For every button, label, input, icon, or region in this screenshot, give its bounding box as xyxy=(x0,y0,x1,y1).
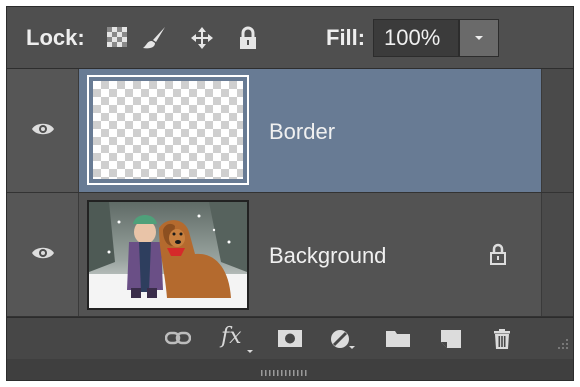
layer-thumbnail-photo xyxy=(87,200,249,310)
fx-menu-indicator-icon xyxy=(247,342,253,353)
layer-main-area[interactable]: Border xyxy=(79,69,541,192)
lock-label: Lock: xyxy=(26,25,85,50)
layer-lock-icon xyxy=(489,243,507,270)
layer-name: Background xyxy=(269,243,387,268)
eye-icon xyxy=(32,123,54,135)
eye-icon xyxy=(32,247,54,259)
layer-style-icon[interactable]: fx xyxy=(221,324,242,349)
lock-fill-row: Lock: Fill: 100% xyxy=(7,7,573,69)
layer-row-border[interactable]: Border xyxy=(7,69,573,193)
lock-transparent-pixels-icon[interactable] xyxy=(106,26,130,50)
visibility-toggle[interactable] xyxy=(7,193,79,316)
panel-resize-handle[interactable] xyxy=(261,365,321,376)
new-group-icon[interactable] xyxy=(385,328,411,350)
layers-toolbar: fx xyxy=(7,317,573,359)
layers-list: Border Background xyxy=(7,69,573,317)
layer-row-background[interactable]: Background xyxy=(7,193,573,317)
resize-grip-icon[interactable] xyxy=(555,336,569,355)
panel-bottom-bar xyxy=(7,359,573,380)
layer-main-area[interactable]: Background xyxy=(79,193,541,316)
fill-dropdown-button[interactable] xyxy=(459,19,499,57)
lock-image-pixels-icon[interactable] xyxy=(141,26,165,50)
lock-all-icon[interactable] xyxy=(237,26,261,50)
new-layer-icon[interactable] xyxy=(439,328,465,350)
link-layers-icon[interactable] xyxy=(164,328,192,350)
layer-mask-icon[interactable] xyxy=(277,328,303,350)
fill-opacity-field[interactable]: 100% xyxy=(373,19,459,57)
layers-panel: Lock: Fill: 100% Border Background fx xyxy=(6,6,574,381)
adjustment-layer-icon[interactable] xyxy=(329,328,355,350)
visibility-toggle[interactable] xyxy=(7,69,79,192)
fill-label: Fill: xyxy=(326,25,366,50)
chevron-down-icon xyxy=(475,36,483,40)
layer-thumbnail-transparent xyxy=(87,75,249,185)
delete-layer-icon[interactable] xyxy=(491,328,517,350)
lock-position-icon[interactable] xyxy=(190,26,214,50)
layer-name: Border xyxy=(269,119,336,144)
